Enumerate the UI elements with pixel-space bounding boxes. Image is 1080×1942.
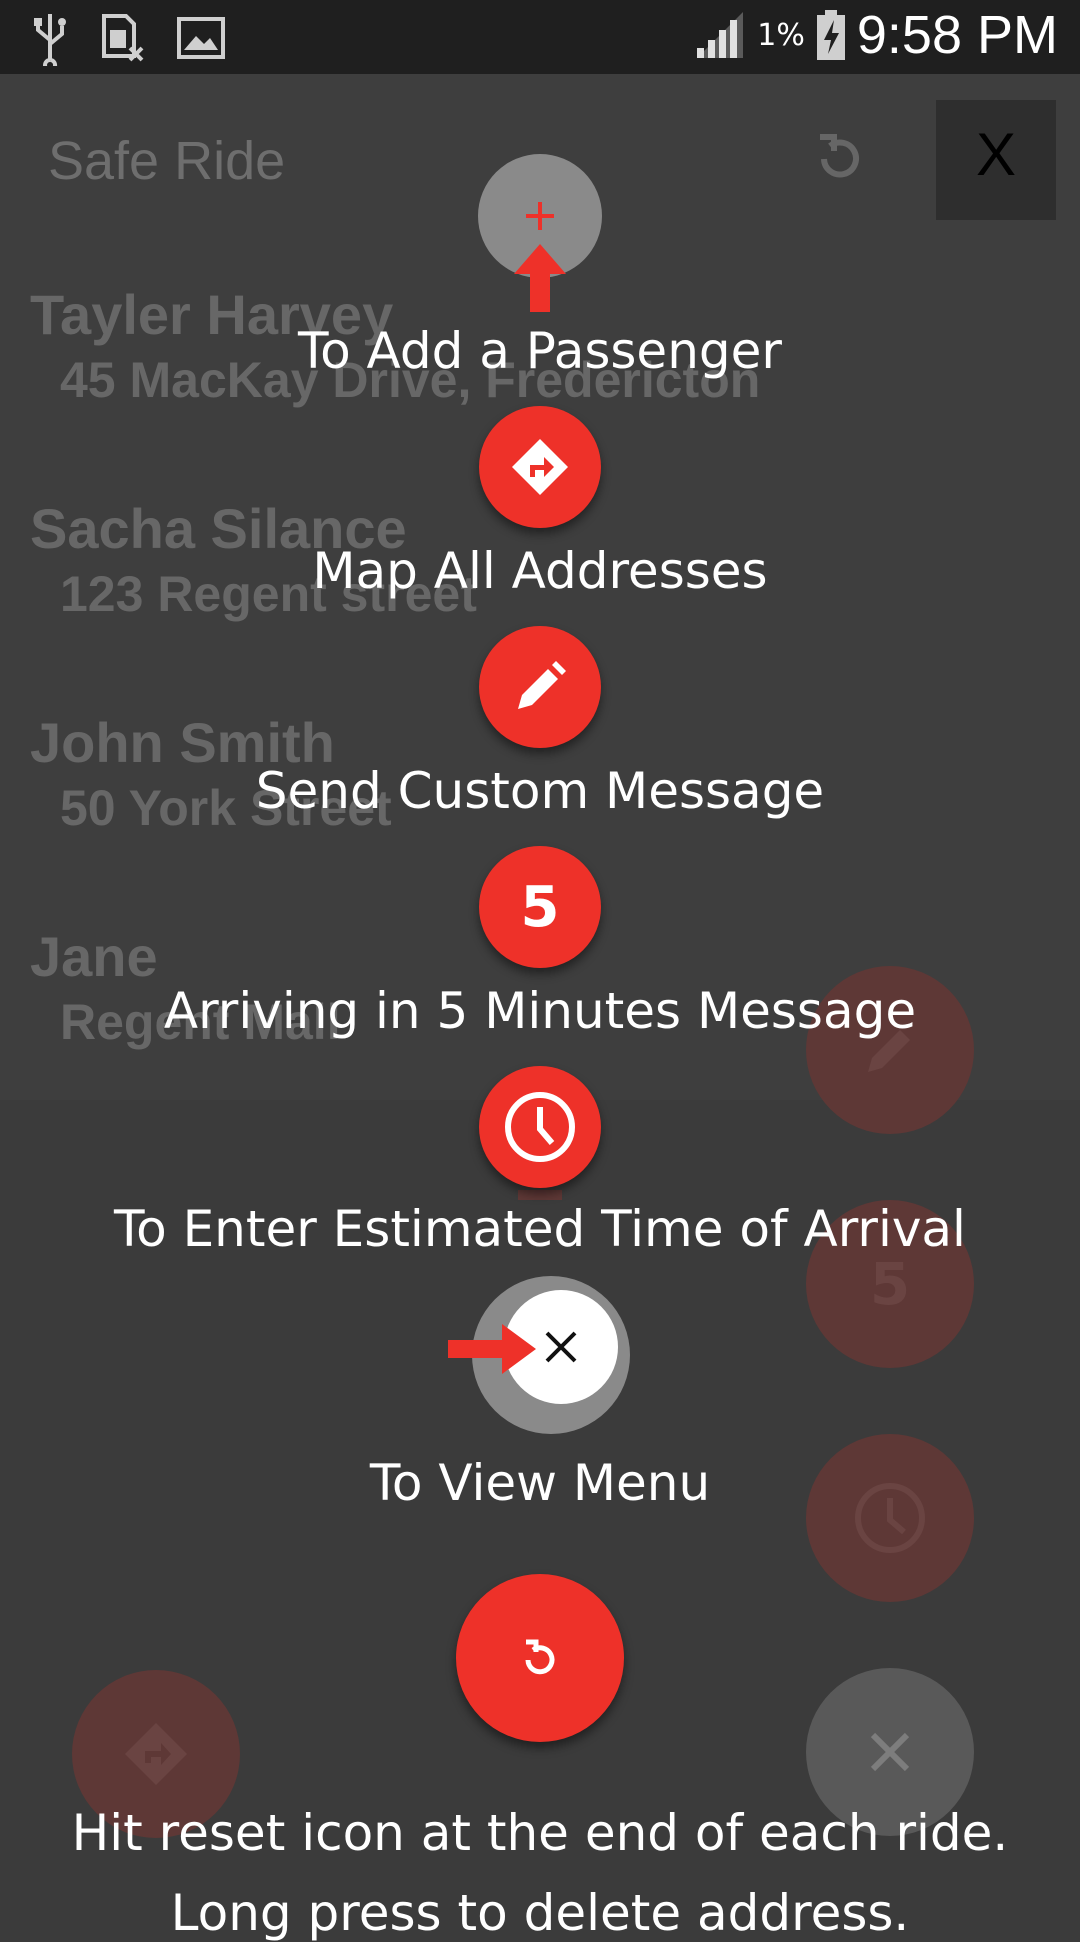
add-passenger-label: To Add a Passenger [298, 322, 782, 380]
five-label: 5 [520, 874, 560, 940]
help-button[interactable]: X [936, 100, 1056, 220]
refresh-button[interactable] [810, 129, 870, 193]
reset-hint-line2: Long press to delete address. [170, 1884, 910, 1942]
signal-icon [697, 12, 744, 58]
plus-ghost [518, 1190, 562, 1200]
enter-eta-label: To Enter Estimated Time of Arrival [114, 1200, 966, 1258]
arrow-up-icon [514, 244, 566, 312]
reset-button[interactable] [456, 1574, 624, 1742]
view-menu-label: To View Menu [369, 1454, 711, 1512]
status-bar: 1% 9:58 PM [0, 0, 1080, 74]
five-minutes-button[interactable]: 5 [479, 846, 601, 968]
passenger-name: Jane [30, 925, 158, 988]
map-all-label: Map All Addresses [312, 542, 768, 600]
clock-icon [505, 1092, 575, 1162]
five-label-dim: 5 [869, 1250, 911, 1318]
arriving-five-label: Arriving in 5 Minutes Message [163, 982, 917, 1040]
refresh-icon [525, 1639, 555, 1675]
arrow-right-icon [448, 1324, 536, 1374]
usb-icon [34, 14, 66, 66]
battery-charging-icon [816, 10, 845, 60]
close-icon [545, 1331, 577, 1363]
app-title: Safe Ride [48, 131, 286, 191]
eta-button[interactable] [479, 1066, 601, 1188]
close-tutorial-x[interactable]: X [936, 120, 1056, 189]
map-all-button[interactable] [479, 406, 601, 528]
close-icon [870, 1732, 910, 1772]
image-icon [177, 17, 225, 59]
refresh-icon [820, 134, 859, 178]
clock: 9:58 PM [856, 5, 1058, 65]
custom-message-label: Send Custom Message [255, 762, 825, 820]
reset-hint-line1: Hit reset icon at the end of each ride. [71, 1804, 1009, 1862]
directions-icon [125, 1723, 187, 1785]
directions-icon [512, 439, 568, 495]
battery-percent: 1% [757, 17, 805, 53]
pencil-icon [518, 661, 566, 709]
sim-icon [102, 14, 144, 62]
plus-icon [526, 202, 554, 230]
custom-message-button[interactable] [479, 626, 601, 748]
